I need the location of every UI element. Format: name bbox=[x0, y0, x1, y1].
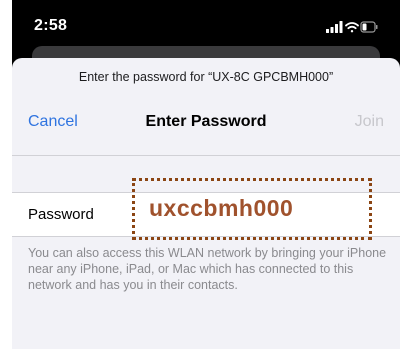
status-bar: 2:58 bbox=[12, 0, 400, 52]
nav-divider bbox=[12, 155, 400, 156]
password-label: Password bbox=[28, 206, 94, 223]
join-button[interactable]: Join bbox=[355, 113, 384, 131]
phone-screen: 2:58 Enter the password for “UX-8C GPCBM… bbox=[12, 0, 400, 349]
status-time: 2:58 bbox=[34, 17, 68, 34]
battery-icon bbox=[360, 21, 378, 33]
password-annotation-text: uxccbmh000 bbox=[149, 195, 294, 221]
signal-icon bbox=[326, 21, 343, 33]
wifi-icon bbox=[345, 22, 359, 33]
wlan-sharing-note: You can also access this WLAN network by… bbox=[28, 246, 387, 292]
status-icons bbox=[326, 20, 378, 33]
password-annotation-box: uxccbmh000 bbox=[132, 178, 372, 240]
cancel-button[interactable]: Cancel bbox=[28, 113, 78, 131]
password-prompt: Enter the password for “UX-8C GPCBMH000” bbox=[78, 70, 334, 84]
